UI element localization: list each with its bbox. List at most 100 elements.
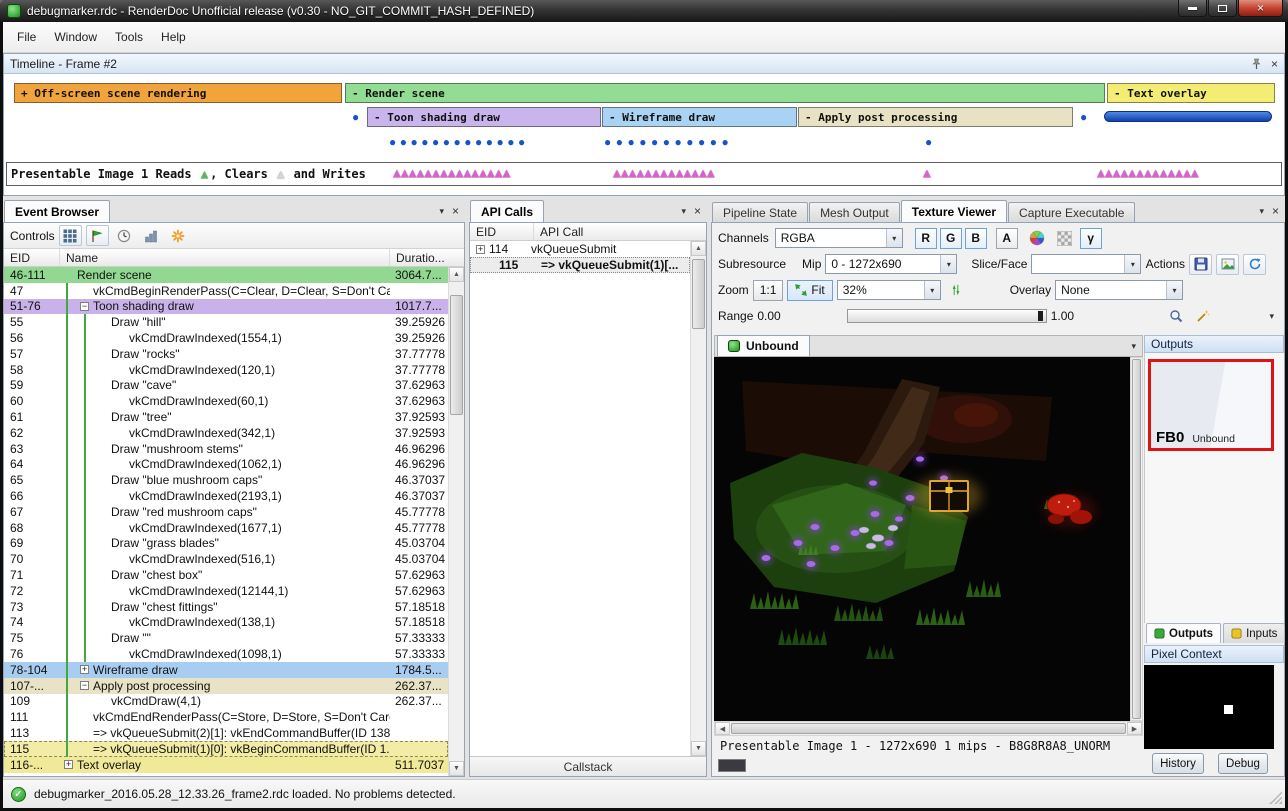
panel-tab[interactable]: Mesh Output — [809, 202, 900, 222]
timeline-marker-postprocessing[interactable]: - Apply post processing — [798, 107, 1073, 127]
expand-toggle[interactable]: + — [80, 665, 89, 674]
slice-face-select[interactable]: ▾ — [1031, 254, 1141, 274]
event-row[interactable]: 57 Draw "rocks" 37.77778 — [4, 346, 448, 362]
api-call-row[interactable]: 115 => vkQueueSubmit(1)[... — [470, 257, 690, 273]
texture-horizontal-scrollbar[interactable]: ◀ ▶ — [714, 721, 1143, 736]
maximize-button[interactable] — [1208, 0, 1237, 17]
texture-display[interactable] — [714, 357, 1130, 721]
chevron-down-icon[interactable]: ▾ — [681, 206, 686, 217]
menu-item[interactable]: Window — [45, 25, 106, 49]
event-row[interactable]: 56 vkCmdDrawIndexed(1554,1) 39.25926 — [4, 330, 448, 346]
scroll-thumb[interactable] — [731, 723, 1126, 734]
texture-list-chevron-icon[interactable]: ▾ — [1131, 341, 1142, 356]
close-icon[interactable]: × — [694, 205, 701, 217]
panel-tab[interactable]: Texture Viewer — [901, 200, 1007, 222]
event-row[interactable]: 76 vkCmdDrawIndexed(1098,1) 57.33333 — [4, 646, 448, 662]
event-row[interactable]: 60 vkCmdDrawIndexed(60,1) 37.62963 — [4, 393, 448, 409]
texture-vertical-scrollbar[interactable] — [1130, 357, 1143, 721]
zoom-level-select[interactable]: 32% ▾ — [837, 280, 941, 300]
close-icon[interactable]: × — [1271, 58, 1278, 70]
event-browser-column-headers[interactable]: EID Name Duratio... — [4, 249, 464, 267]
tab-outputs[interactable]: Outputs — [1146, 623, 1221, 643]
chevron-down-icon[interactable]: ▾ — [439, 206, 444, 217]
tab-api-calls[interactable]: API Calls — [470, 200, 544, 222]
timeline-body[interactable]: + Off-screen scene rendering - Render sc… — [4, 74, 1284, 195]
event-row[interactable]: 75 Draw "" 57.33333 — [4, 630, 448, 646]
autofit-range-button[interactable] — [1191, 306, 1214, 327]
minimize-button[interactable] — [1178, 0, 1207, 17]
panel-tab[interactable]: Capture Executable — [1008, 202, 1135, 222]
save-texture-button[interactable] — [1189, 254, 1212, 275]
tab-texture-unbound[interactable]: Unbound — [717, 335, 810, 356]
checkerboard-background-button[interactable] — [1053, 228, 1076, 249]
event-row[interactable]: 66 vkCmdDrawIndexed(2193,1) 46.37037 — [4, 488, 448, 504]
timeline-draw-dots-toon[interactable]: ●●●●●●●●●●●●● — [389, 136, 529, 148]
event-row[interactable]: 61 Draw "tree" 37.92593 — [4, 409, 448, 425]
timeline-marker-render-scene[interactable]: - Render scene — [345, 83, 1105, 103]
column-eid[interactable]: EID — [4, 249, 60, 266]
api-call-row[interactable]: + 114 vkQueueSubmit — [470, 241, 690, 257]
event-row[interactable]: 111 vkCmdEndRenderPass(C=Store, D=Store,… — [4, 709, 448, 725]
range-slider[interactable] — [847, 309, 1047, 323]
event-row[interactable]: 116-... + Text overlay 511.7037 — [4, 757, 448, 773]
channels-select[interactable]: RGBA ▾ — [775, 228, 903, 248]
event-browser-scrollbar[interactable]: ▲ ▼ — [448, 267, 464, 776]
timeline-usage-row[interactable]: Presentable Image 1 Reads ▲ , Clears ▲ a… — [6, 162, 1282, 186]
event-row[interactable]: 73 Draw "chest fittings" 57.18518 — [4, 599, 448, 615]
bookmark-button[interactable] — [167, 225, 190, 246]
menu-item[interactable]: File — [8, 25, 45, 49]
tab-event-browser[interactable]: Event Browser — [4, 200, 110, 222]
scroll-thumb[interactable] — [1132, 359, 1141, 719]
event-row[interactable]: 70 vkCmdDrawIndexed(516,1) 45.03704 — [4, 551, 448, 567]
event-row[interactable]: 63 Draw "mushroom stems" 46.96296 — [4, 441, 448, 457]
event-row[interactable]: 51-76 − Toon shading draw 1017.7... — [4, 299, 448, 315]
timeline-marker-offscreen[interactable]: + Off-screen scene rendering — [14, 83, 342, 103]
writes-triangle-group[interactable]: ▲ — [923, 167, 931, 181]
api-calls-scrollbar[interactable]: ▲ ▼ — [690, 241, 706, 756]
column-api-call[interactable]: API Call — [534, 223, 706, 240]
history-button[interactable]: History — [1152, 753, 1204, 774]
goto-eid-button[interactable] — [86, 225, 109, 246]
scroll-up-icon[interactable]: ▲ — [449, 267, 464, 282]
refresh-button[interactable] — [1243, 254, 1266, 275]
pin-icon[interactable] — [1251, 58, 1262, 70]
scroll-up-icon[interactable]: ▲ — [691, 241, 706, 256]
column-eid[interactable]: EID — [470, 223, 534, 240]
api-calls-column-headers[interactable]: EID API Call — [470, 223, 706, 241]
expand-toggle[interactable]: + — [64, 760, 73, 769]
event-row[interactable]: 71 Draw "chest box" 57.62963 — [4, 567, 448, 583]
callstack-section[interactable]: Callstack — [470, 756, 706, 776]
event-row[interactable]: 74 vkCmdDrawIndexed(138,1) 57.18518 — [4, 615, 448, 631]
column-duration[interactable]: Duratio... — [390, 249, 464, 266]
menu-item[interactable]: Help — [152, 25, 195, 49]
resize-grip[interactable] — [1269, 791, 1282, 804]
timeline-event-dot[interactable]: ● — [352, 111, 359, 123]
event-row[interactable]: 58 vkCmdDrawIndexed(120,1) 37.77778 — [4, 362, 448, 378]
timeline-marker-text-overlay[interactable]: - Text overlay — [1107, 83, 1275, 103]
color-picker-button[interactable] — [1026, 228, 1049, 249]
stats-button[interactable] — [140, 225, 163, 246]
expand-toggle[interactable]: + — [476, 245, 485, 254]
scroll-down-icon[interactable]: ▼ — [449, 761, 464, 776]
column-name[interactable]: Name — [60, 249, 390, 266]
flip-y-button[interactable] — [945, 280, 968, 301]
timeline-panel-header[interactable]: Timeline - Frame #2 × — [4, 54, 1284, 74]
event-row[interactable]: 64 vkCmdDrawIndexed(1062,1) 46.96296 — [4, 457, 448, 473]
range-slider-handle[interactable] — [1038, 311, 1043, 321]
time-durations-button[interactable] — [113, 225, 136, 246]
channel-b-button[interactable]: B — [965, 228, 987, 249]
timeline-marker-toon-shading[interactable]: - Toon shading draw — [367, 107, 601, 127]
timeline-event-strip[interactable] — [1104, 111, 1272, 122]
event-row[interactable]: 115 => vkQueueSubmit(1)[0]: vkBeginComma… — [4, 741, 448, 757]
event-row[interactable]: 46-111 Render scene 3064.7... — [4, 267, 448, 283]
overlay-select[interactable]: None ▾ — [1055, 280, 1183, 300]
event-row[interactable]: 55 Draw "hill" 39.25926 — [4, 314, 448, 330]
menu-item[interactable]: Tools — [106, 25, 152, 49]
event-row[interactable]: 68 vkCmdDrawIndexed(1677,1) 45.77778 — [4, 520, 448, 536]
writes-triangle-group[interactable]: ▲▲▲▲▲▲▲▲▲▲▲▲▲ — [1097, 167, 1199, 181]
channel-g-button[interactable]: G — [940, 228, 962, 249]
close-icon[interactable]: × — [452, 205, 459, 217]
event-row[interactable]: 107-... − Apply post processing 262.37..… — [4, 678, 448, 694]
titlebar[interactable]: debugmarker.rdc - RenderDoc Unofficial r… — [0, 0, 1288, 22]
scroll-right-icon[interactable]: ▶ — [1127, 722, 1142, 735]
